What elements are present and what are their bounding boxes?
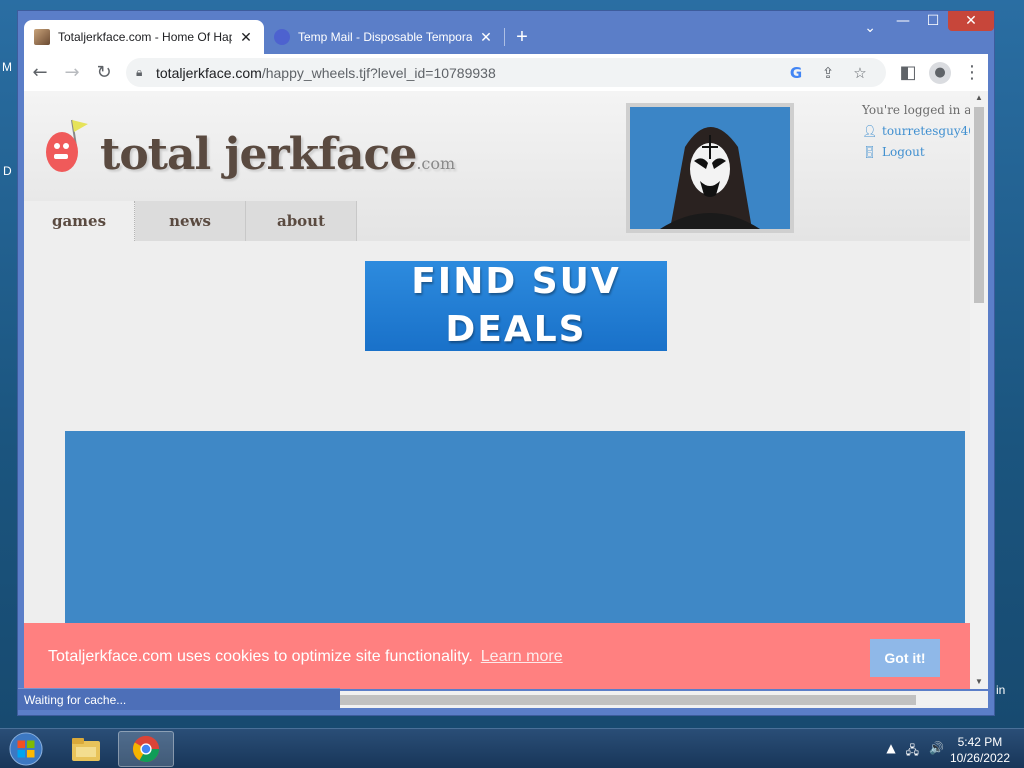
tab-title: Temp Mail - Disposable Temporary Email bbox=[298, 30, 472, 44]
tab-search-icon[interactable]: ⌄ bbox=[864, 19, 876, 36]
tab-temp-mail[interactable]: Temp Mail - Disposable Temporary Email ✕ bbox=[264, 20, 504, 54]
username-text: tourretesguy464 bbox=[882, 124, 984, 138]
lock-icon[interactable]: 🔒︎ bbox=[136, 65, 156, 80]
network-icon[interactable]: 🖧 bbox=[906, 741, 919, 762]
back-button[interactable]: ← bbox=[24, 57, 56, 89]
scroll-down-arrow-icon[interactable]: ▼ bbox=[970, 675, 988, 689]
browser-window: — ☐ ✕ Totaljerkface.com - Home Of Happy … bbox=[17, 10, 995, 716]
learn-more-link[interactable]: Learn more bbox=[481, 648, 563, 666]
scroll-up-arrow-icon[interactable]: ▲ bbox=[970, 91, 988, 105]
url-path: /happy_wheels.tjf?level_id=10789938 bbox=[261, 64, 496, 81]
cookie-consent-bar: Totaljerkface.com uses cookies to optimi… bbox=[24, 623, 970, 689]
vertical-scrollbar[interactable]: ▲ ▼ bbox=[970, 91, 988, 689]
tray-overflow-arrow-icon[interactable]: ▲ bbox=[886, 741, 895, 762]
desktop-icon-label[interactable]: in bbox=[996, 683, 1005, 697]
taskbar-file-explorer[interactable] bbox=[58, 731, 114, 767]
clock-date: 10/26/2022 bbox=[949, 751, 1010, 765]
horizontal-scrollbar[interactable] bbox=[340, 691, 988, 708]
nav-about[interactable]: about bbox=[246, 201, 357, 241]
bookmark-star-icon[interactable]: ☆ bbox=[844, 64, 876, 82]
user-icon: 👤︎ bbox=[862, 124, 878, 138]
taskbar: ▲ 🖧 🔊 5:42 PM 10/26/2022 bbox=[0, 728, 1024, 768]
browser-menu-icon[interactable]: ⋮ bbox=[956, 57, 988, 89]
site-favicon-icon bbox=[34, 29, 50, 45]
site-logo[interactable]: total jerkface.com bbox=[100, 129, 455, 180]
nav-news[interactable]: news bbox=[135, 201, 246, 241]
chrome-icon bbox=[132, 735, 160, 763]
logout-door-icon: 🚪︎ bbox=[862, 145, 878, 159]
profile-button[interactable]: ● bbox=[924, 57, 956, 89]
nav-games[interactable]: games bbox=[24, 201, 135, 241]
windows-logo-icon bbox=[9, 732, 43, 766]
site-header: total jerkface.com You're logged in as: … bbox=[24, 91, 984, 241]
cookie-message: Totaljerkface.com uses cookies to optimi… bbox=[48, 648, 473, 665]
desktop-icon-label[interactable]: D bbox=[3, 164, 12, 178]
logo-mascot-icon[interactable] bbox=[42, 116, 90, 176]
side-panel-icon[interactable]: ◧ bbox=[892, 57, 924, 89]
url-text[interactable]: totaljerkface.com/happy_wheels.tjf?level… bbox=[156, 65, 780, 81]
ad-banner[interactable]: FIND SUV DEALS bbox=[365, 261, 667, 351]
tab-title: Totaljerkface.com - Home Of Happy Wheels bbox=[58, 30, 232, 44]
ad-line-2: DEALS bbox=[445, 309, 587, 350]
tab-strip: Totaljerkface.com - Home Of Happy Wheels… bbox=[24, 20, 994, 54]
address-bar[interactable]: 🔒︎ totaljerkface.com/happy_wheels.tjf?le… bbox=[126, 58, 886, 87]
site-favicon-icon bbox=[274, 29, 290, 45]
browser-toolbar: ← → ↻ 🔒︎ totaljerkface.com/happy_wheels.… bbox=[24, 54, 988, 91]
system-tray: ▲ 🖧 🔊 bbox=[886, 741, 944, 762]
reload-button[interactable]: ↻ bbox=[88, 57, 120, 89]
scrollbar-thumb[interactable] bbox=[974, 107, 984, 303]
avatar-portrait-icon bbox=[630, 107, 790, 229]
google-lens-icon[interactable]: G bbox=[780, 64, 812, 82]
horizontal-scrollbar-thumb[interactable] bbox=[340, 695, 916, 705]
site-nav: games news about bbox=[24, 201, 357, 241]
share-icon[interactable]: ⇪ bbox=[812, 64, 844, 82]
start-button[interactable] bbox=[6, 731, 46, 767]
logout-text: Logout bbox=[882, 145, 925, 159]
clock-time: 5:42 PM bbox=[957, 735, 1003, 749]
cookie-accept-button[interactable]: Got it! bbox=[870, 639, 940, 677]
logo-com: .com bbox=[416, 154, 456, 173]
status-bubble: Waiting for cache... bbox=[18, 688, 340, 710]
user-avatar[interactable] bbox=[626, 103, 794, 233]
folder-icon bbox=[72, 738, 100, 761]
new-tab-button[interactable]: + bbox=[505, 20, 539, 54]
tab-close-icon[interactable]: ✕ bbox=[238, 29, 254, 46]
forward-button[interactable]: → bbox=[56, 57, 88, 89]
ad-line-1: FIND SUV bbox=[411, 261, 621, 302]
desktop-icon-label[interactable]: M bbox=[2, 60, 12, 74]
taskbar-chrome[interactable] bbox=[118, 731, 174, 767]
tab-totaljerkface[interactable]: Totaljerkface.com - Home Of Happy Wheels… bbox=[24, 20, 264, 54]
profile-avatar-icon: ● bbox=[929, 61, 951, 84]
page-viewport: total jerkface.com You're logged in as: … bbox=[24, 91, 988, 689]
tab-close-icon[interactable]: ✕ bbox=[478, 29, 494, 46]
logo-text: total jerkface bbox=[100, 129, 417, 180]
volume-icon[interactable]: 🔊 bbox=[929, 741, 944, 762]
taskbar-clock[interactable]: 5:42 PM 10/26/2022 bbox=[950, 734, 1010, 766]
url-host: totaljerkface.com bbox=[156, 64, 262, 81]
